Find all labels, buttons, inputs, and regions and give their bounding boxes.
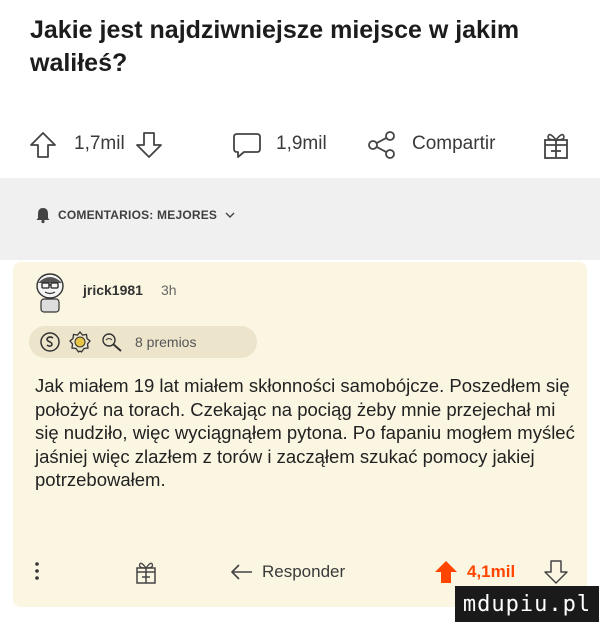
silver-award-icon <box>39 331 61 353</box>
share-button-label[interactable]: Compartir <box>412 133 495 155</box>
comment-score: 4,1mil <box>467 562 516 581</box>
comment-bubble-icon[interactable] <box>231 130 263 160</box>
comment-username[interactable]: jrick1981 <box>83 282 143 298</box>
wholesome-award-icon <box>99 331 125 353</box>
share-icon[interactable] <box>366 130 398 160</box>
downvote-arrow-icon[interactable] <box>134 130 164 160</box>
site-watermark: mdupiu.pl <box>455 586 599 622</box>
sort-label: COMENTARIOS: MEJORES <box>58 208 218 222</box>
post-comment-count: 1,9mil <box>276 133 327 154</box>
post-action-bar: 1,7mil 1,9mil Compartir <box>0 120 600 170</box>
post-title: Jakie jest najdziwniejsze miejsce w jaki… <box>30 16 520 77</box>
comment-sort-bar[interactable]: COMENTARIOS: MEJORES <box>0 178 600 260</box>
give-award-icon[interactable] <box>541 129 571 161</box>
reply-button-label[interactable]: Responder <box>262 562 345 582</box>
awards-pill[interactable]: 8 premios <box>29 326 257 358</box>
upvote-arrow-icon[interactable] <box>28 130 58 160</box>
chevron-down-icon <box>225 211 235 219</box>
reply-arrow-icon[interactable] <box>229 561 255 588</box>
comment-body: Jak miałem 19 lat miałem skłonności samo… <box>35 375 575 491</box>
post-vote-count: 1,7mil <box>74 133 125 154</box>
comment-timestamp: 3h <box>161 282 177 298</box>
awards-count-label: 8 premios <box>135 334 197 350</box>
avatar[interactable] <box>31 270 69 314</box>
give-award-icon[interactable] <box>134 559 158 590</box>
more-options-icon[interactable] <box>33 560 41 587</box>
bell-icon <box>34 206 52 224</box>
comment-card: jrick1981 3h 8 premios Jak miałem 19 lat… <box>13 262 587 607</box>
helpful-award-icon <box>68 331 92 353</box>
